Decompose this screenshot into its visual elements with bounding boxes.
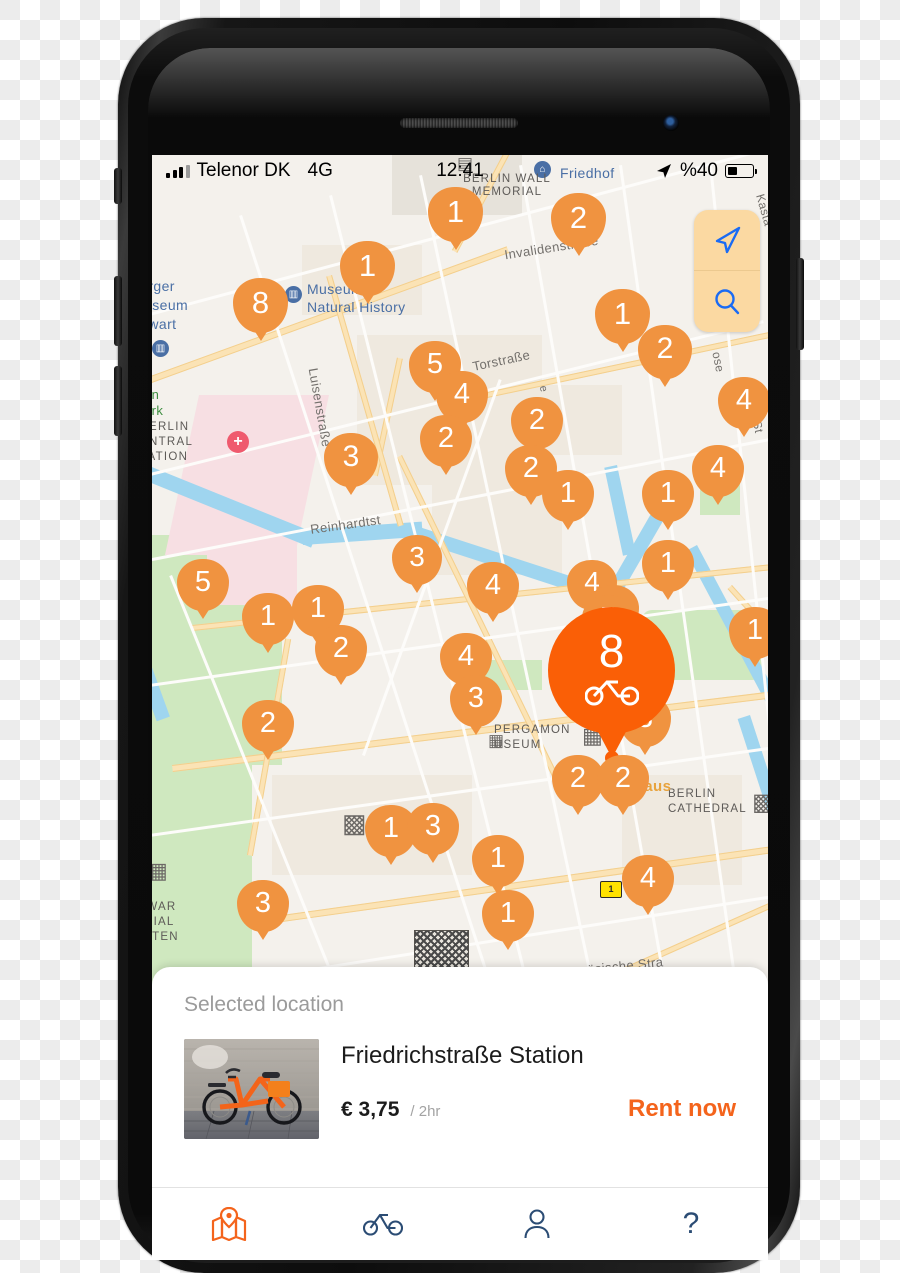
- card-title: Selected location: [184, 993, 344, 1016]
- station-pin-count: 5: [426, 347, 444, 380]
- station-pin-count: 4: [453, 377, 471, 410]
- station-pin[interactable]: 2: [242, 700, 294, 752]
- station-pin[interactable]: 1: [542, 470, 594, 522]
- cathedral-icon: ▩: [752, 789, 768, 816]
- app-screen: Friedhof ⌂ BERLIN WALL MEMORIAL ▤ Invalid…: [152, 155, 768, 1260]
- station-pin[interactable]: 8: [233, 278, 288, 333]
- power-button[interactable]: [796, 258, 804, 350]
- selected-station-pin[interactable]: 8: [548, 607, 675, 734]
- earpiece-speaker: [400, 118, 518, 128]
- station-pin-count: 4: [484, 568, 502, 601]
- station-pin[interactable]: 4: [622, 855, 674, 907]
- station-pin-count: 2: [614, 761, 632, 794]
- search-button[interactable]: [694, 271, 760, 332]
- screen-glare: [148, 48, 770, 118]
- station-pin-count: 2: [528, 403, 546, 436]
- price-value: € 3,75: [341, 1098, 400, 1121]
- station-pin-count: 1: [659, 476, 677, 509]
- station-pin[interactable]: 1: [428, 187, 483, 242]
- station-pin-count: 2: [522, 451, 540, 484]
- tab-bikes[interactable]: [306, 1188, 460, 1260]
- bike-photo[interactable]: [184, 1039, 319, 1139]
- search-icon: [715, 288, 740, 314]
- station-pin-count: 4: [735, 383, 753, 416]
- station-pin-count: 8: [251, 284, 270, 320]
- station-pin-count: 1: [382, 811, 400, 844]
- station-pin[interactable]: 2: [315, 625, 367, 677]
- reichstag-icon: ▩: [342, 808, 367, 838]
- tab-map[interactable]: [152, 1188, 306, 1260]
- station-pin-count: 2: [569, 761, 587, 794]
- station-name: Friedrichstraße Station: [341, 1042, 584, 1069]
- station-pin-count: 2: [569, 199, 588, 235]
- map-pin-icon: [211, 1207, 247, 1241]
- station-pin-count: 4: [457, 639, 475, 672]
- bottom-tab-bar: ?: [152, 1187, 768, 1260]
- station-pin-count: 2: [332, 631, 350, 664]
- memorial-icon: ▦: [152, 858, 168, 883]
- map-controls-panel: [694, 210, 760, 332]
- person-icon: [524, 1209, 550, 1239]
- volume-down-button[interactable]: [114, 366, 122, 436]
- rent-now-button[interactable]: Rent now: [628, 1095, 736, 1123]
- station-pin[interactable]: 1: [472, 835, 524, 887]
- selected-location-card: Selected location Friedrichstraße Statio…: [152, 967, 768, 1187]
- station-pin-count: 3: [424, 809, 442, 842]
- station-pin[interactable]: 1: [642, 540, 694, 592]
- volume-up-button[interactable]: [114, 276, 122, 346]
- silent-switch[interactable]: [114, 168, 122, 204]
- station-pin-count: 1: [259, 599, 277, 632]
- hospital-icon: +: [227, 431, 249, 453]
- price-unit: / 2hr: [410, 1103, 441, 1120]
- front-camera: [663, 115, 679, 131]
- station-pin[interactable]: 2: [638, 325, 692, 379]
- station-pin-count: 4: [639, 861, 657, 894]
- holocaust-memorial-shape: [414, 930, 469, 970]
- station-pin-count: 1: [613, 295, 632, 331]
- station-pin-count: 2: [259, 706, 277, 739]
- station-pin-count: 1: [559, 476, 577, 509]
- locate-me-button[interactable]: [694, 210, 760, 271]
- tab-help[interactable]: ?: [614, 1188, 768, 1260]
- tab-profile[interactable]: [460, 1188, 614, 1260]
- station-pin-count: 1: [489, 841, 507, 874]
- station-pin[interactable]: 3: [237, 880, 289, 932]
- museum-icon-2: ▥: [152, 340, 169, 357]
- station-pin-count: 1: [358, 247, 377, 283]
- station-pin[interactable]: 3: [392, 535, 442, 585]
- station-pin-count: 5: [194, 565, 212, 598]
- map-label-rosenthaler: ose: [709, 350, 728, 374]
- station-pin-count: 3: [467, 681, 485, 714]
- svg-text:?: ?: [683, 1207, 700, 1240]
- station-pin-count: 3: [254, 886, 272, 919]
- map-label-soviet-war-memorial: T WARORIALARTEN: [152, 901, 179, 943]
- station-pin-count: 2: [437, 421, 455, 454]
- selected-pin-count: 8: [598, 625, 625, 677]
- station-pin[interactable]: 3: [450, 675, 502, 727]
- station-pin[interactable]: 1: [242, 593, 294, 645]
- station-pin-count: 1: [499, 896, 517, 929]
- bike-icon: [584, 676, 639, 711]
- question-mark-icon: ?: [683, 1207, 700, 1240]
- location-arrow-icon: [656, 164, 671, 178]
- station-pin-count: 3: [342, 440, 360, 473]
- station-pin-count: 2: [656, 332, 674, 365]
- station-pin[interactable]: 1: [642, 470, 694, 522]
- museum-building-icon: ▦: [488, 731, 505, 750]
- station-pin[interactable]: 4: [718, 377, 768, 429]
- battery-icon: [725, 164, 757, 178]
- battery-percent-label: %40: [679, 160, 718, 181]
- station-pin-count: 1: [309, 591, 327, 624]
- parking-tag-icon: 1: [600, 881, 622, 898]
- station-pin-count: 3: [409, 541, 425, 572]
- map-label-invalidenpark: onark: [152, 387, 164, 418]
- station-pin-count: 4: [709, 451, 727, 484]
- navigation-arrow-icon: [715, 226, 741, 254]
- station-pin-count: 1: [746, 613, 764, 646]
- status-bar: Telenor DK 4G 12:41 %40: [152, 155, 768, 187]
- station-pin-count: 1: [446, 193, 465, 229]
- bike-icon: [363, 1213, 403, 1236]
- station-pin-count: 1: [659, 546, 677, 579]
